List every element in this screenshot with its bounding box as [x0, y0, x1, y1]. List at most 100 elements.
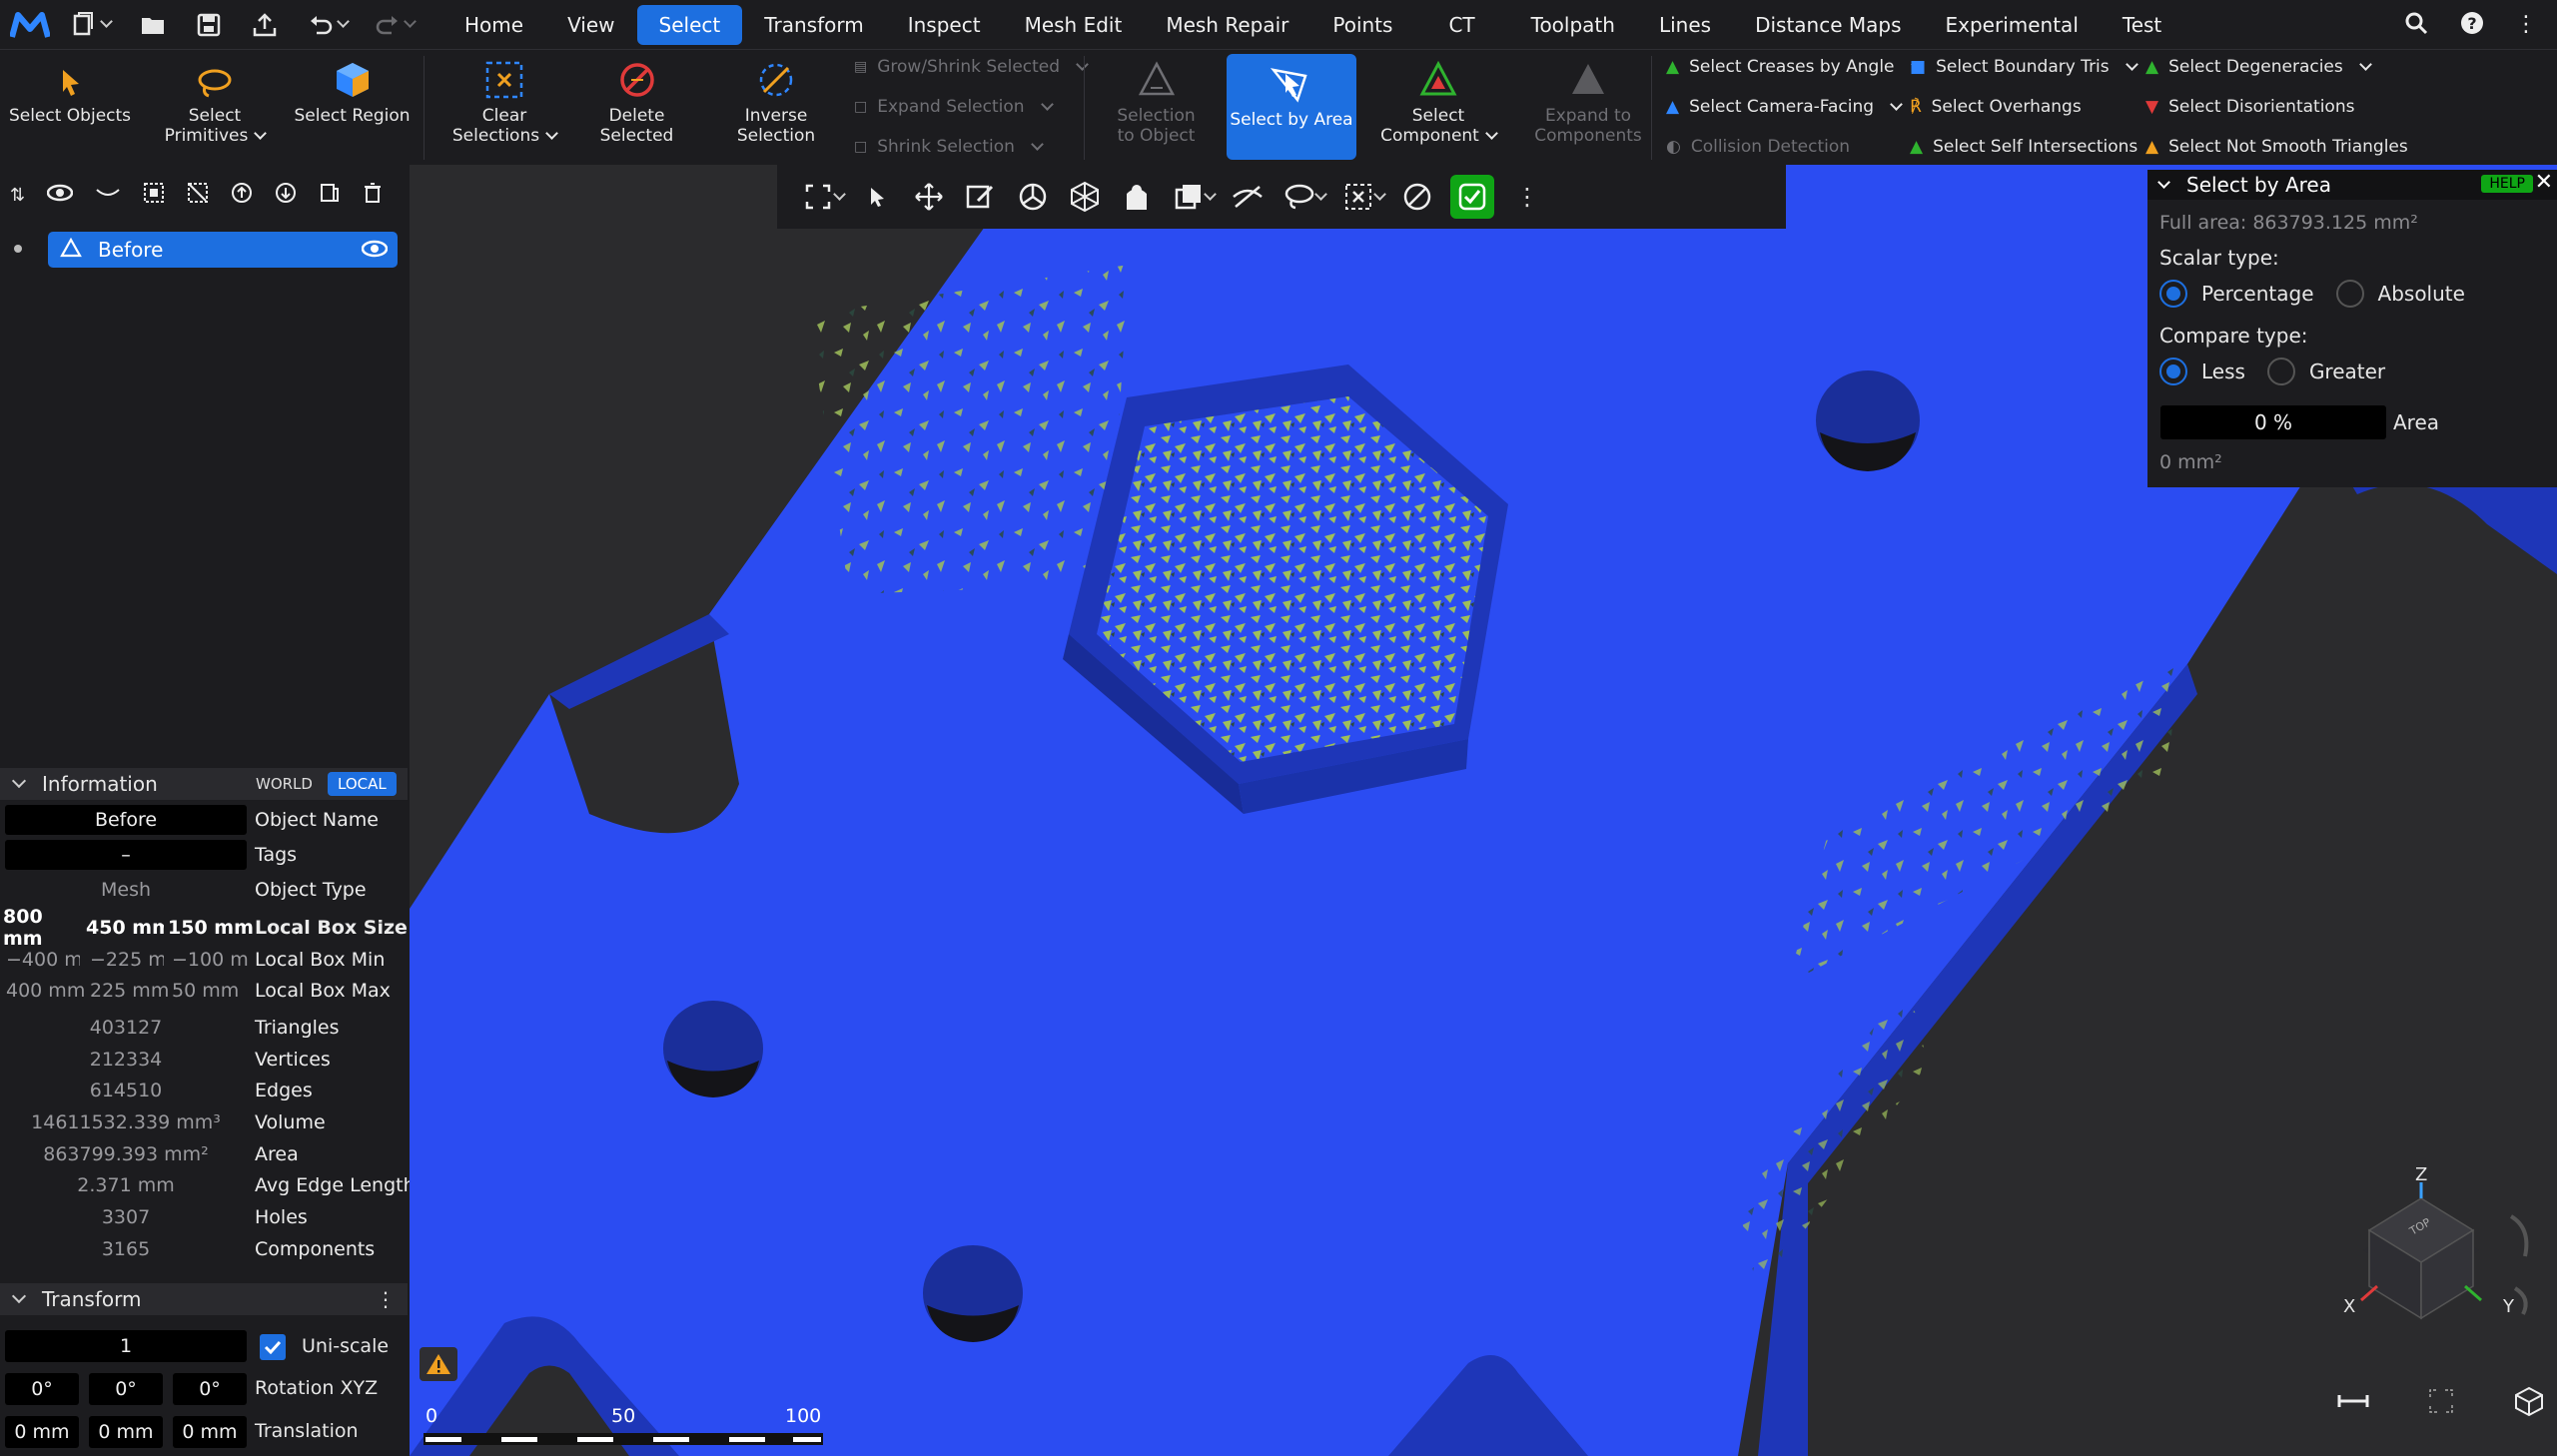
undo-icon[interactable]: [307, 11, 335, 39]
tags-field[interactable]: –: [5, 840, 247, 870]
visibility-eye-icon[interactable]: [361, 239, 389, 264]
warning-button[interactable]: [420, 1347, 457, 1381]
confirm-check-icon[interactable]: [1450, 175, 1494, 219]
chevron-down-icon[interactable]: [2358, 57, 2372, 71]
view-cube-icon[interactable]: [2513, 1385, 2545, 1421]
greater-radio[interactable]: [2266, 358, 2295, 385]
tab-points[interactable]: Points: [1310, 5, 1414, 45]
local-toggle[interactable]: LOCAL: [328, 772, 397, 796]
help-icon[interactable]: ?: [2459, 10, 2485, 40]
tab-mesh-edit[interactable]: Mesh Edit: [1003, 5, 1145, 45]
select-by-area-button[interactable]: Select by Area: [1227, 54, 1356, 160]
select-self-intersections-button[interactable]: ▲ Select Self Intersections: [1910, 132, 2137, 162]
open-folder-icon[interactable]: [139, 11, 167, 39]
scene-item-before[interactable]: Before: [48, 232, 398, 268]
clear-selections-button[interactable]: Clear Selections: [439, 50, 569, 166]
select-not-smooth-button[interactable]: ▲ Select Not Smooth Triangles: [2145, 132, 2408, 162]
shade-icon[interactable]: [1118, 178, 1156, 216]
tab-ct[interactable]: CT: [1414, 5, 1508, 45]
search-icon[interactable]: [2403, 10, 2429, 40]
mesh-wire-icon[interactable]: [1066, 178, 1104, 216]
translation-x-input[interactable]: 0 mm: [5, 1416, 79, 1448]
chevron-down-icon[interactable]: [100, 15, 113, 28]
tab-transform[interactable]: Transform: [742, 5, 885, 45]
trash-icon[interactable]: [363, 182, 383, 208]
tab-experimental[interactable]: Experimental: [1924, 5, 2101, 45]
export-icon[interactable]: [251, 11, 279, 39]
save-icon[interactable]: [195, 11, 223, 39]
rotation-z-input[interactable]: 0°: [173, 1373, 247, 1405]
select-degeneracies-button[interactable]: ▲ Select Degeneracies: [2145, 52, 2372, 82]
object-name-field[interactable]: Before: [5, 805, 247, 835]
select-all-icon[interactable]: [143, 182, 165, 208]
fit-view-icon[interactable]: [799, 178, 837, 216]
more-vertical-icon[interactable]: ⋮: [1508, 178, 1546, 216]
pointer-icon[interactable]: [858, 178, 896, 216]
less-radio[interactable]: [2159, 358, 2187, 385]
tab-view[interactable]: View: [545, 5, 636, 45]
select-primitives-button[interactable]: Select Primitives: [150, 50, 280, 166]
translation-y-input[interactable]: 0 mm: [89, 1416, 163, 1448]
select-objects-button[interactable]: Select Objects: [0, 50, 140, 166]
help-button[interactable]: HELP: [2481, 175, 2533, 193]
scale-input[interactable]: 1: [5, 1330, 247, 1362]
percentage-radio[interactable]: [2159, 280, 2187, 308]
chevron-down-icon[interactable]: [1484, 127, 1498, 140]
edit-selection-icon[interactable]: [962, 178, 1000, 216]
tab-home[interactable]: Home: [442, 5, 545, 45]
select-overhangs-button[interactable]: ℟ Select Overhangs: [1910, 92, 2082, 122]
select-camera-facing-button[interactable]: ▲ Select Camera-Facing: [1666, 92, 1903, 122]
select-component-button[interactable]: Select Component: [1373, 50, 1503, 166]
orientation-gizmo[interactable]: Z X Y TOP: [2317, 1164, 2557, 1338]
tab-toolpath[interactable]: Toolpath: [1509, 5, 1637, 45]
delete-selected-button[interactable]: Delete Selected: [574, 50, 699, 166]
tab-inspect[interactable]: Inspect: [886, 5, 1003, 45]
duplicate-icon[interactable]: [319, 182, 341, 208]
rotation-y-input[interactable]: 0°: [89, 1373, 163, 1405]
select-creases-button[interactable]: ▲ Select Creases by Angle: [1666, 52, 1924, 82]
tab-lines[interactable]: Lines: [1637, 5, 1733, 45]
eye-closed-icon[interactable]: [95, 184, 121, 206]
eye-icon[interactable]: [46, 184, 74, 206]
translation-z-input[interactable]: 0 mm: [173, 1416, 247, 1448]
orbit-icon[interactable]: [1014, 178, 1052, 216]
tab-test[interactable]: Test: [2101, 5, 2183, 45]
tab-mesh-repair[interactable]: Mesh Repair: [1144, 5, 1310, 45]
chevron-down-icon[interactable]: [1890, 97, 1903, 111]
box-select-icon[interactable]: [1339, 178, 1377, 216]
app-logo-icon[interactable]: [0, 0, 60, 49]
more-vertical-icon[interactable]: ⋮: [376, 1287, 396, 1311]
select-by-area-header[interactable]: Select by Area HELP ✕: [2147, 170, 2557, 200]
chevron-down-icon[interactable]: [545, 127, 558, 140]
tab-distance-maps[interactable]: Distance Maps: [1733, 5, 1923, 45]
more-icon[interactable]: ⋮: [2515, 12, 2537, 37]
chevron-down-icon[interactable]: [2125, 57, 2138, 71]
lasso-icon[interactable]: [1280, 178, 1318, 216]
uniscale-checkbox[interactable]: [260, 1334, 286, 1360]
select-disorientations-button[interactable]: ▼ Select Disorientations: [2145, 92, 2354, 122]
rotation-x-input[interactable]: 0°: [5, 1373, 79, 1405]
transform-header[interactable]: Transform ⋮: [0, 1283, 408, 1315]
chevron-down-icon[interactable]: [337, 15, 350, 28]
move-up-icon[interactable]: [231, 182, 253, 208]
sort-icon[interactable]: ⇅: [10, 185, 25, 206]
fit-screen-icon[interactable]: [2427, 1387, 2455, 1419]
no-backface-icon[interactable]: [1398, 178, 1436, 216]
inverse-selection-button[interactable]: Inverse Selection: [711, 50, 841, 166]
new-file-icon[interactable]: [70, 11, 98, 39]
close-icon[interactable]: ✕: [2535, 170, 2553, 195]
absolute-radio[interactable]: [2335, 280, 2364, 308]
chevron-down-icon[interactable]: [254, 127, 268, 140]
deselect-icon[interactable]: [187, 182, 209, 208]
move-down-icon[interactable]: [275, 182, 297, 208]
tab-select[interactable]: Select: [636, 4, 743, 45]
hide-icon[interactable]: [1229, 178, 1267, 216]
information-header[interactable]: Information WORLD LOCAL: [0, 768, 408, 800]
area-slider[interactable]: 0 %: [2160, 405, 2386, 439]
clip-plane-icon[interactable]: [1170, 178, 1208, 216]
select-region-button[interactable]: Select Region: [290, 50, 415, 166]
chevron-down-icon[interactable]: [2157, 175, 2170, 189]
select-boundary-tris-button[interactable]: ■ Select Boundary Tris: [1910, 52, 2138, 82]
move-icon[interactable]: [910, 178, 948, 216]
measure-icon[interactable]: [2337, 1391, 2369, 1415]
